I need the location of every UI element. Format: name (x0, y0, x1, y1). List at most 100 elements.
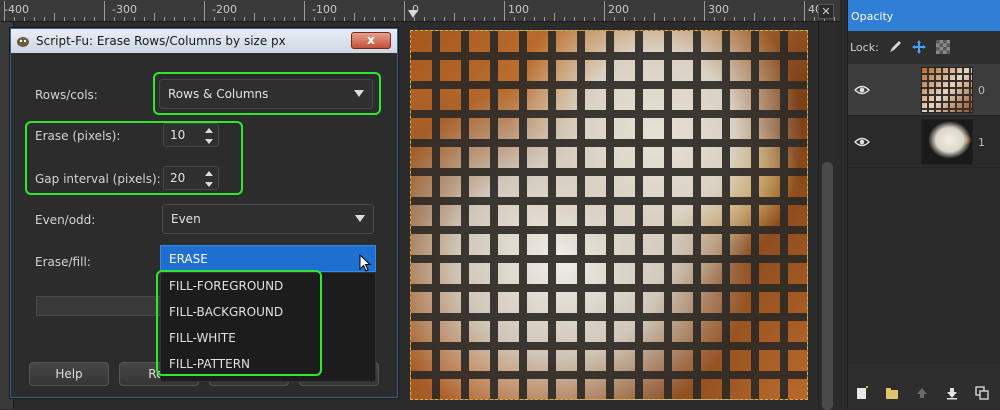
lower-layer-icon[interactable] (944, 385, 960, 401)
ruler-tick (774, 17, 775, 21)
ruler-tick (104, 1, 105, 21)
ruler-tick (384, 17, 385, 21)
ruler-tick (404, 1, 405, 21)
ruler-label: -200 (212, 3, 237, 16)
ruler-tick (14, 17, 15, 21)
ruler-tick (34, 17, 35, 21)
ruler-tick (334, 17, 335, 21)
ruler-tick (814, 17, 815, 21)
erase-fill-combo[interactable]: ERASE (160, 245, 376, 272)
ruler-label: -100 (312, 3, 337, 16)
ruler-tick (524, 17, 525, 21)
ruler-tick (194, 17, 195, 21)
highlight-rows-cols (153, 72, 381, 115)
ruler-tick (324, 17, 325, 21)
ruler-tick (144, 17, 145, 21)
ruler-tick (834, 17, 835, 21)
ruler-tick (534, 17, 535, 21)
layers-list: 0 1 (848, 64, 1000, 364)
ruler-label: 300 (708, 3, 729, 16)
ruler-tick (64, 17, 65, 21)
highlight-fill-options (156, 270, 322, 376)
ruler-tick (94, 17, 95, 21)
lock-label: Lock: (850, 40, 879, 54)
ruler-tick (234, 17, 235, 21)
ruler-tick (784, 17, 785, 21)
new-layer-icon[interactable] (854, 385, 870, 401)
lock-position-move-icon[interactable] (911, 39, 927, 55)
opacity-slider[interactable]: Opacity (848, 0, 1000, 31)
ruler-tick (204, 1, 205, 21)
ruler-tick (654, 13, 655, 21)
eye-icon[interactable] (854, 137, 870, 147)
ruler-tick (424, 17, 425, 21)
horizontal-ruler: -400 -300 -200 -100 0 100 200 300 400 (0, 0, 840, 22)
ruler-tick (684, 17, 685, 21)
ruler-tick (444, 17, 445, 21)
layer-thumbnail (921, 67, 973, 113)
gimp-app-icon (15, 34, 31, 48)
ruler-tick (514, 17, 515, 21)
ruler-tick (294, 17, 295, 21)
ruler-tick (454, 13, 455, 21)
lock-alpha-checker-icon[interactable] (935, 39, 951, 55)
dialog-close-button[interactable]: x (351, 32, 391, 49)
ruler-tick (434, 17, 435, 21)
ruler-tick (124, 17, 125, 21)
ruler-tick (84, 17, 85, 21)
ruler-label: 100 (508, 3, 529, 16)
lock-pixels-brush-icon[interactable] (887, 39, 903, 55)
layer-row[interactable]: 1 (848, 116, 1000, 168)
new-layer-group-icon[interactable] (884, 385, 900, 401)
ruler-position-marker (408, 10, 418, 18)
dialog-titlebar[interactable]: Script-Fu: Erase Rows/Columns by size px… (11, 29, 397, 53)
ruler-tick (154, 13, 155, 21)
help-button[interactable]: Help (29, 362, 109, 386)
eye-icon[interactable] (854, 85, 870, 95)
ruler-tick (564, 17, 565, 21)
ruler-tick (764, 17, 765, 21)
canvas-close-button[interactable]: ✕ (818, 4, 834, 19)
layer-row[interactable]: 0 (848, 64, 1000, 116)
scrollbar-thumb[interactable] (822, 162, 833, 410)
ruler-tick (544, 17, 545, 21)
ruler-tick (374, 17, 375, 21)
ruler-tick (114, 17, 115, 21)
ruler-tick (484, 17, 485, 21)
even-odd-combo[interactable]: Even (162, 204, 374, 234)
even-odd-value: Even (171, 212, 201, 226)
mouse-cursor-icon (359, 254, 372, 272)
ruler-tick (344, 17, 345, 21)
duplicate-layer-icon[interactable] (974, 385, 990, 401)
raise-layer-icon[interactable] (914, 385, 930, 401)
ruler-tick (304, 1, 305, 21)
ruler-tick (464, 17, 465, 21)
ruler-tick (364, 17, 365, 21)
ruler-tick (804, 1, 805, 21)
ruler-tick (594, 17, 595, 21)
lock-row: Lock: (848, 31, 1000, 63)
ruler-tick (134, 17, 135, 21)
ruler-label: -400 (4, 3, 29, 16)
eagle-image-canvas[interactable] (410, 30, 808, 400)
ruler-tick (734, 17, 735, 21)
dialog-title: Script-Fu: Erase Rows/Columns by size px (36, 34, 286, 48)
ruler-tick (644, 17, 645, 21)
erase-fill-label: Erase/fill: (35, 255, 91, 269)
ruler-tick (574, 17, 575, 21)
ruler-tick (604, 1, 605, 21)
highlight-pixel-fields (25, 121, 243, 195)
layer-thumbnail (921, 119, 973, 165)
ruler-label: -300 (112, 3, 137, 16)
ruler-tick (244, 17, 245, 21)
layer-name: 0 (978, 84, 985, 97)
ruler-tick (694, 17, 695, 21)
ruler-tick (674, 17, 675, 21)
ruler-tick (274, 17, 275, 21)
ruler-tick (74, 17, 75, 21)
ruler-tick (224, 17, 225, 21)
ruler-tick (4, 1, 5, 21)
canvas-vertical-scrollbar[interactable] (818, 22, 836, 410)
ruler-tick (394, 17, 395, 21)
ruler-tick (24, 17, 25, 21)
